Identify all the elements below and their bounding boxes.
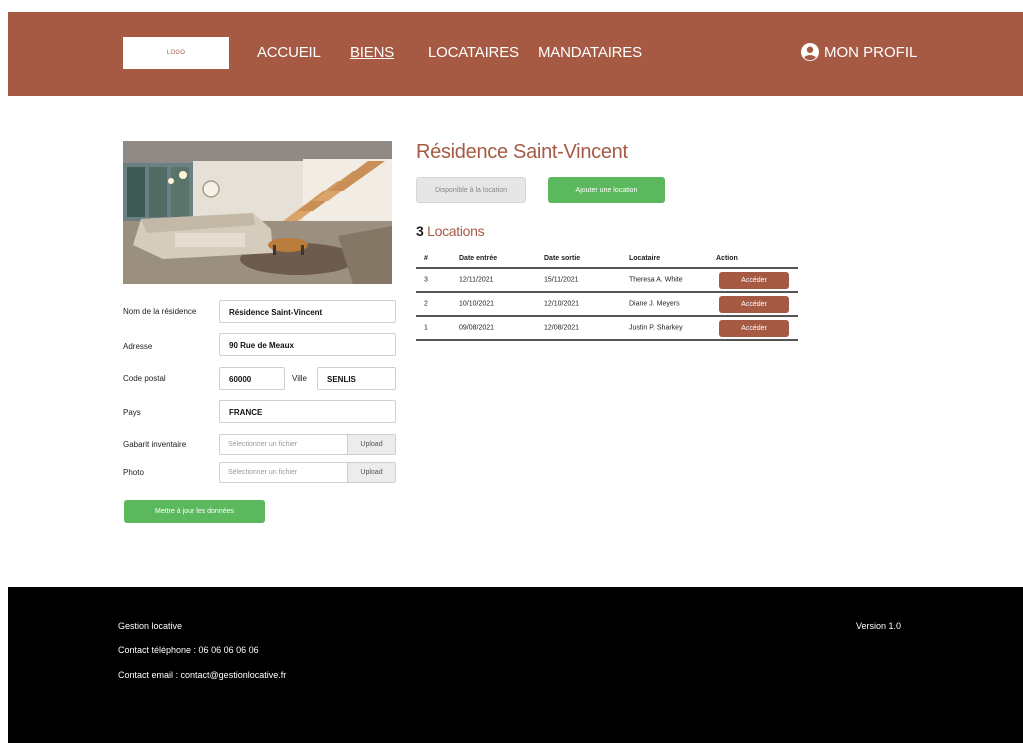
country-field[interactable]: FRANCE [219,400,396,423]
rentals-table: # Date entrée Date sortie Locataire Acti… [416,251,798,341]
locations-count: 3 [416,223,424,239]
name-label: Nom de la résidence [123,307,197,316]
table-row: 3 12/11/2021 15/11/2021 Theresa A. White… [416,269,798,293]
nav-locataires[interactable]: LOCATAIRES [428,44,519,61]
template-label: Gabarit inventaire [123,440,187,449]
row-date-in: 12/11/2021 [459,276,494,284]
living-room-image [123,141,392,284]
table-row: 1 09/08/2021 12/08/2021 Justin P. Sharke… [416,317,798,341]
footer-email: Contact email : contact@gestionlocative.… [118,670,287,680]
photo-file-input[interactable]: Sélectionner un fichier Upload [219,462,396,483]
row-date-in: 10/10/2021 [459,300,495,308]
row-tenant: Diane J. Meyers [629,300,680,308]
col-date-in-header: Date entrée [459,255,498,262]
photo-label: Photo [123,468,144,477]
nav-mandataires[interactable]: MANDATAIRES [538,44,642,61]
row-tenant: Theresa A. White [629,276,683,284]
photo-file-placeholder: Sélectionner un fichier [228,469,298,476]
address-label: Adresse [123,342,153,351]
col-action-header: Action [716,255,738,262]
city-field[interactable]: SENLIS [317,367,396,390]
locations-heading: 3 Locations [416,223,485,239]
footer-phone: Contact téléphone : 06 06 06 06 06 [118,645,259,655]
top-navbar: LOGO ACCUEIL BIENS LOCATAIRES MANDATAIRE… [8,12,1023,96]
profile-link[interactable]: MON PROFIL [801,43,917,61]
address-field[interactable]: 90 Rue de Meaux [219,333,396,356]
update-data-button[interactable]: Mettre à jour les données [124,500,265,523]
template-upload-button[interactable]: Upload [347,435,395,454]
locations-label: Locations [427,223,485,239]
availability-status-button[interactable]: Disponible à la location [416,177,526,203]
access-button[interactable]: Accéder [719,272,789,289]
template-file-placeholder: Sélectionner un fichier [228,441,298,448]
page: LOGO ACCUEIL BIENS LOCATAIRES MANDATAIRE… [8,12,1023,743]
footer: Gestion locative Contact téléphone : 06 … [8,587,1023,743]
residence-name-field[interactable]: Résidence Saint-Vincent [219,300,396,323]
template-file-input[interactable]: Sélectionner un fichier Upload [219,434,396,455]
col-date-out-header: Date sortie [544,255,581,262]
row-num: 2 [424,300,428,308]
add-rental-button[interactable]: Ajouter une location [548,177,665,203]
table-header: # Date entrée Date sortie Locataire Acti… [416,251,798,269]
postal-code-label: Code postal [123,374,166,383]
profile-label: MON PROFIL [824,43,918,61]
property-title: Résidence Saint-Vincent [416,141,628,163]
logo[interactable]: LOGO [123,37,229,69]
row-date-out: 12/08/2021 [544,324,580,332]
user-circle-icon [801,43,819,61]
row-tenant: Justin P. Sharkey [629,324,683,332]
postal-code-field[interactable]: 60000 [219,367,285,390]
col-num-header: # [424,255,428,262]
nav-biens[interactable]: BIENS [350,44,394,61]
row-num: 1 [424,324,428,332]
access-button[interactable]: Accéder [719,296,789,313]
footer-app-name: Gestion locative [118,621,183,631]
col-tenant-header: Locataire [629,255,661,262]
row-date-out: 12/10/2021 [544,300,580,308]
access-button[interactable]: Accéder [719,320,789,337]
footer-version: Version 1.0 [856,621,902,631]
table-row: 2 10/10/2021 12/10/2021 Diane J. Meyers … [416,293,798,317]
nav-accueil[interactable]: ACCUEIL [257,44,321,61]
row-num: 3 [424,276,428,284]
city-label: Ville [292,374,307,383]
photo-upload-button[interactable]: Upload [347,463,395,482]
property-photo [123,141,392,284]
row-date-in: 09/08/2021 [459,324,495,332]
row-date-out: 15/11/2021 [544,276,579,284]
country-label: Pays [123,408,141,417]
